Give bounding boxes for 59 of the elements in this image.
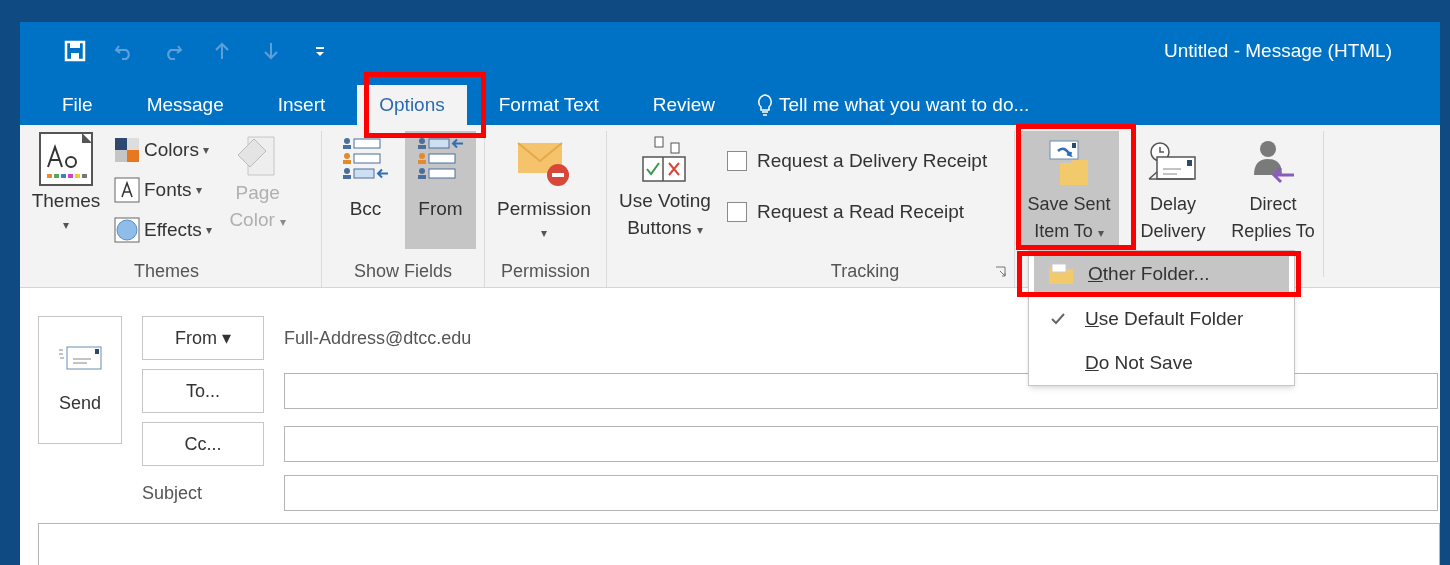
- from-address: Full-Address@dtcc.edu: [284, 326, 472, 350]
- menu-item[interactable]: Use Default Folder: [1031, 297, 1292, 341]
- ribbon-large-button[interactable]: Direct Replies To: [1227, 131, 1319, 249]
- ribbon-large-button[interactable]: Delay Delivery: [1127, 131, 1219, 249]
- show-field-button[interactable]: Bcc: [330, 131, 401, 249]
- caret-icon: ▾: [696, 223, 703, 237]
- cc-button[interactable]: Cc...: [142, 422, 264, 466]
- bcc-field-icon: [341, 135, 390, 181]
- group-label: Tracking: [830, 260, 900, 283]
- effects-circle-icon: [114, 217, 140, 243]
- show-field-button[interactable]: From: [405, 131, 476, 249]
- checkbox-label: Request a Delivery Receipt: [757, 149, 988, 173]
- from-button[interactable]: From ▾: [142, 316, 264, 360]
- subject-label: Subject: [142, 481, 204, 505]
- envelope-icon: [57, 343, 103, 372]
- font-letter-icon: [114, 177, 140, 203]
- themes-button[interactable]: Themes ▾: [28, 131, 104, 234]
- checkbox[interactable]: [727, 201, 747, 222]
- window-title: Untitled - Message (HTML): [1163, 38, 1392, 63]
- group-label: Show Fields: [352, 260, 453, 283]
- ribbon-tab[interactable]: Review: [630, 85, 738, 125]
- ribbon-tab[interactable]: File: [40, 85, 115, 125]
- dialog-launcher-icon[interactable]: [995, 266, 1006, 277]
- checkbox-label: Request a Read Receipt: [757, 199, 964, 224]
- themes-icon: [38, 131, 94, 187]
- voting-buttons-button[interactable]: Use Voting Buttons ▾: [615, 131, 715, 258]
- cc-field[interactable]: [284, 426, 1438, 462]
- envelope-block-icon: [516, 139, 572, 189]
- subject-field[interactable]: [284, 475, 1438, 511]
- send-button[interactable]: Send: [38, 316, 122, 444]
- to-button[interactable]: To...: [142, 369, 264, 413]
- ribbon-tab[interactable]: Insert: [255, 85, 348, 125]
- group-label: Themes: [133, 260, 200, 283]
- menu-item[interactable]: Do Not Save: [1031, 341, 1292, 385]
- tell-me-field[interactable]: Tell me what you want to do...: [747, 85, 1040, 125]
- caret-icon: ▾: [195, 181, 202, 199]
- from-field-icon: [416, 135, 465, 181]
- message-body[interactable]: [38, 523, 1440, 565]
- color-squares-icon: [114, 137, 140, 163]
- caret-icon: ▾: [280, 215, 287, 229]
- menu-item[interactable]: Other Folder...: [1034, 256, 1289, 292]
- checkbox[interactable]: [727, 151, 747, 172]
- save-icon[interactable]: [64, 40, 86, 62]
- caret-icon: ▾: [63, 215, 69, 234]
- caret-icon: ▾: [202, 141, 209, 159]
- theme-option-button[interactable]: Colors ▾: [114, 131, 212, 169]
- ribbon-tab[interactable]: Format Text: [476, 85, 621, 125]
- caret-icon: ▾: [205, 221, 212, 239]
- folder-icon: [1048, 263, 1074, 285]
- permission-button[interactable]: Permission ▾: [491, 131, 597, 242]
- caret-icon: ▾: [541, 223, 547, 242]
- checkmark-icon: [1050, 312, 1066, 326]
- theme-option-button[interactable]: Fonts ▾: [114, 171, 212, 209]
- group-label: Permission: [500, 260, 591, 283]
- lightbulb-icon: [757, 94, 774, 116]
- ribbon-tab[interactable]: Options: [357, 85, 467, 125]
- theme-option-button[interactable]: Effects ▾: [114, 211, 212, 249]
- ribbon-tab[interactable]: Message: [124, 85, 246, 125]
- caret-icon: ▾: [1097, 226, 1104, 240]
